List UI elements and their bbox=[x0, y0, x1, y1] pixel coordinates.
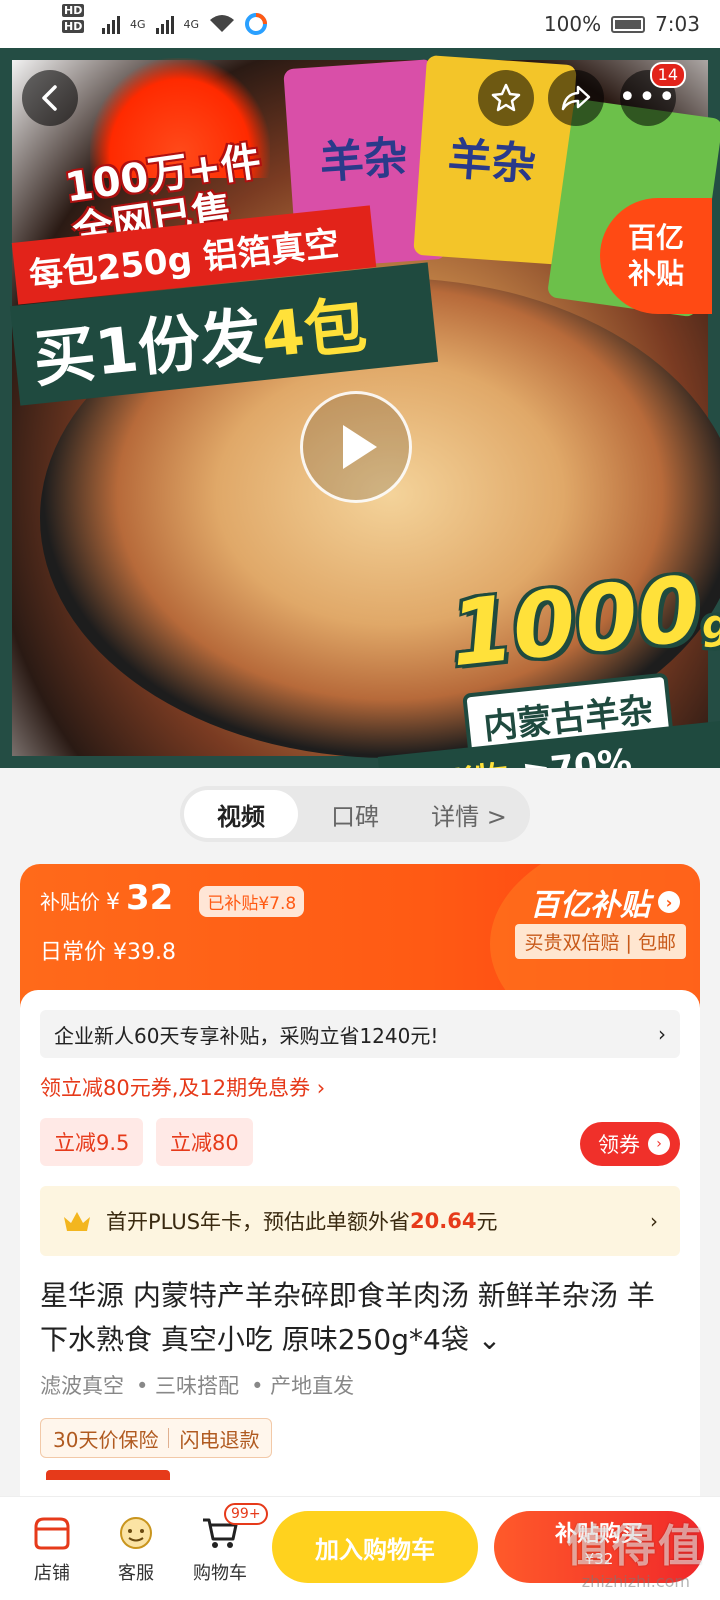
chevron-right-icon: › bbox=[658, 891, 680, 913]
customer-service-icon bbox=[114, 1513, 158, 1553]
currency-symbol: ¥ bbox=[106, 890, 120, 915]
get-coupon-button[interactable]: 领券 › bbox=[580, 1122, 680, 1166]
play-video-button[interactable] bbox=[300, 391, 412, 503]
hd-badge-2: HD bbox=[62, 20, 85, 33]
plus-saving-amount: 20.64 bbox=[410, 1209, 477, 1233]
tab-reviews[interactable]: 口碑 bbox=[298, 790, 412, 838]
customer-service-button[interactable]: 客服 bbox=[94, 1513, 178, 1585]
yi-subsidy-badge: 百亿 补贴 bbox=[600, 198, 712, 314]
content-tabs: 视频 口碑 详情 > bbox=[180, 786, 530, 842]
add-to-cart-button[interactable]: 加入购物车 bbox=[272, 1511, 478, 1583]
status-right: 100% 7:03 bbox=[544, 12, 700, 36]
package-label: 羊杂 bbox=[318, 132, 410, 190]
double-refund-promise: 买贵双倍赔 | 包邮 bbox=[514, 924, 686, 959]
get-coupon-label: 领券 bbox=[598, 1133, 640, 1157]
hd-indicators: HD HD bbox=[62, 4, 85, 33]
regular-price: ¥39.8 bbox=[113, 940, 176, 965]
app-status-icon bbox=[245, 13, 268, 35]
weight-unit: g bbox=[699, 600, 720, 650]
share-icon bbox=[561, 85, 591, 111]
regular-price-row: 日常价 ¥39.8 bbox=[40, 934, 176, 966]
feature-list: 滤波真空 • 三味搭配 • 产地直发 bbox=[40, 1370, 354, 1400]
site-watermark-url: zhizhizhi.com bbox=[581, 1572, 690, 1591]
network-type-2: 4G bbox=[183, 17, 200, 31]
signal-icon-2 bbox=[155, 14, 174, 34]
regular-price-label: 日常价 bbox=[40, 940, 107, 965]
package-label: 羊杂 bbox=[446, 133, 538, 191]
back-button[interactable] bbox=[22, 70, 78, 126]
solid-label: 固形物 bbox=[404, 750, 511, 768]
subsidy-price-label: 补贴价 bbox=[40, 890, 100, 914]
favorite-button[interactable] bbox=[478, 70, 534, 126]
status-bar: HD HD 4G 4G 100% 7:03 bbox=[0, 0, 720, 48]
store-icon bbox=[30, 1513, 74, 1553]
yi-subsidy-title: 百亿补贴 bbox=[530, 888, 650, 923]
new-enterprise-banner[interactable]: 企业新人60天专享补贴，采购立省1240元! › bbox=[40, 1010, 680, 1058]
share-button[interactable] bbox=[548, 70, 604, 126]
feature-item: • 三味搭配 bbox=[136, 1374, 240, 1398]
chevron-right-icon: › bbox=[650, 1209, 658, 1233]
store-label: 店铺 bbox=[34, 1562, 70, 1584]
more-menu-button[interactable]: ••• 14 bbox=[618, 62, 686, 126]
tab-details[interactable]: 详情 > bbox=[412, 790, 526, 838]
tab-video[interactable]: 视频 bbox=[184, 790, 298, 838]
yi-badge-line2: 补贴 bbox=[627, 257, 684, 290]
subsidy-price-row: 补贴价 ¥ 32 已补贴¥7.8 bbox=[40, 878, 305, 918]
section-marker bbox=[46, 1470, 170, 1480]
cart-button[interactable]: 99+ 购物车 bbox=[178, 1502, 268, 1585]
fast-refund-tag: 闪电退款 bbox=[179, 1427, 260, 1452]
deal-prefix: 买1份发 bbox=[29, 299, 266, 396]
plus-membership-bar[interactable]: 首开PLUS年卡，预估此单额外省 20.64 元 › bbox=[40, 1186, 680, 1256]
signal-icon bbox=[102, 14, 120, 34]
product-title: 星华源 内蒙特产羊杂碎即食羊肉汤 新鲜羊杂汤 羊下水熟食 真空小吃 原味250g… bbox=[40, 1279, 655, 1356]
coupon-link[interactable]: 领立减80元券,及12期免息券 › bbox=[40, 1072, 325, 1102]
signal-group: 4G 4G bbox=[62, 13, 268, 35]
feature-item: 滤波真空 bbox=[40, 1374, 124, 1398]
deal-highlight: 4包 bbox=[257, 288, 370, 372]
discount-chip-9-5: 立减9.5 bbox=[40, 1118, 144, 1166]
wifi-icon bbox=[210, 15, 235, 32]
hd-badge-1: HD bbox=[62, 4, 85, 17]
new-enterprise-text: 企业新人60天专享补贴，采购立省1240元! bbox=[54, 1023, 439, 1048]
chevron-left-icon bbox=[42, 85, 57, 111]
message-count-badge: 14 bbox=[649, 62, 686, 88]
discount-chip-80: 立减80 bbox=[156, 1118, 253, 1166]
store-button[interactable]: 店铺 bbox=[10, 1513, 94, 1585]
guarantee-tags[interactable]: 30天价保险 闪电退款 bbox=[40, 1418, 273, 1458]
subsidized-amount-badge: 已补贴¥7.8 bbox=[199, 886, 305, 917]
cart-label: 购物车 bbox=[193, 1562, 247, 1584]
product-info-card: 企业新人60天专享补贴，采购立省1240元! › 领立减80元券,及12期免息券… bbox=[20, 990, 700, 1470]
network-type-1: 4G bbox=[130, 17, 146, 31]
subsidy-price: 32 bbox=[126, 878, 174, 918]
crown-icon bbox=[64, 1212, 90, 1231]
yi-badge-line1: 百亿 bbox=[627, 221, 684, 254]
battery-percent: 100% bbox=[543, 12, 602, 36]
solid-value: ≥70% bbox=[520, 741, 634, 768]
plus-text-suffix: 元 bbox=[476, 1210, 498, 1234]
chevron-right-icon: › bbox=[648, 1133, 670, 1155]
site-watermark: 值得值 bbox=[566, 1521, 704, 1572]
customer-service-label: 客服 bbox=[118, 1562, 154, 1584]
divider bbox=[168, 1428, 170, 1448]
feature-item: • 产地直发 bbox=[251, 1374, 355, 1398]
battery-icon bbox=[611, 15, 646, 33]
star-icon bbox=[491, 83, 521, 112]
product-hero-image[interactable]: 羊杂 羊杂 100万+件 全网已售 每包250g 铝箔真空 买1份发 4包 100… bbox=[0, 48, 720, 768]
more-dots-icon: ••• bbox=[618, 80, 678, 115]
yi-subsidy-link[interactable]: 百亿补贴 › bbox=[530, 880, 680, 924]
price-protection-tag: 30天价保险 bbox=[53, 1427, 159, 1452]
plus-text-prefix: 首开PLUS年卡，预估此单额外省 bbox=[106, 1210, 411, 1234]
cart-count-badge: 99+ bbox=[224, 1502, 268, 1525]
chevron-right-icon: › bbox=[658, 1022, 666, 1046]
clock: 7:03 bbox=[655, 12, 700, 36]
